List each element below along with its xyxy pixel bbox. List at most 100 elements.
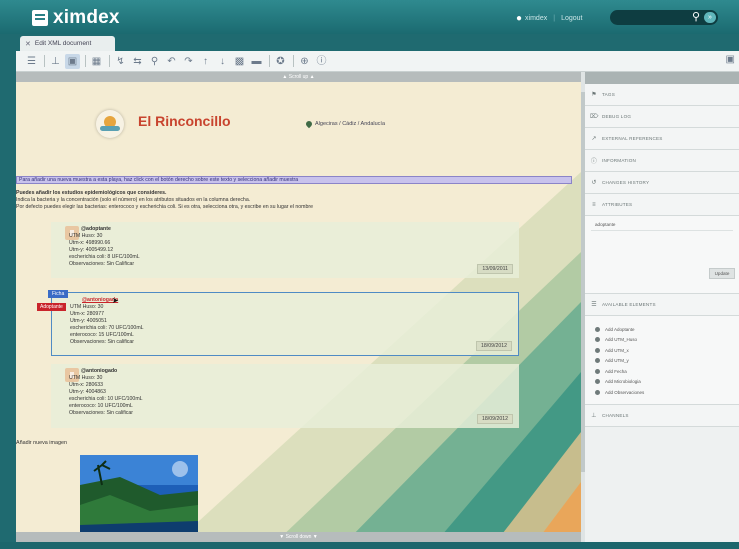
find-replace-icon[interactable]: ⇆ <box>130 54 145 69</box>
add-image-label[interactable]: Añadir nueva imagen <box>16 440 67 446</box>
section-label: EXTERNAL REFERENCES <box>602 136 663 141</box>
bookmark-icon[interactable]: ✪ <box>273 54 288 69</box>
panel-section-changes-history[interactable]: ↺ CHANGES HISTORY <box>585 172 739 194</box>
attributes-area: adoptante Update <box>585 216 739 294</box>
header-separator: | <box>553 15 556 22</box>
add-element-item[interactable]: Add UTM_y <box>595 356 739 367</box>
view-icon[interactable]: ▩ <box>232 54 247 69</box>
toolbar-separator <box>269 55 270 67</box>
panel-section-channels[interactable]: ⊥ CHANNELS <box>585 404 739 427</box>
search-input[interactable]: ⚲ » <box>610 10 718 25</box>
panel-section-debug-log[interactable]: ⌦ DEBUG LOG <box>585 106 739 128</box>
sample-line: escherichia coli: 8 UFC/100mL <box>69 254 140 260</box>
divider <box>591 230 733 231</box>
add-element-item[interactable]: Add Observaciones <box>595 387 739 398</box>
editor-toolbar: ☰ ⊥ ▣ ▦ ↯ ⇆ ⚲ ↶ ↷ ↑ ↓ ▩ ▬ ✪ ⊕ ⓘ ▣ <box>16 51 739 72</box>
toolbar-separator <box>293 55 294 67</box>
sample-date: 18/09/2012 <box>476 341 512 351</box>
panel-section-tags[interactable]: ⚑ TAGS <box>585 84 739 106</box>
section-label: ATTRIBUTES <box>602 202 633 207</box>
undo-icon[interactable]: ↶ <box>164 54 179 69</box>
add-icon <box>595 389 600 395</box>
link-icon[interactable]: ↑ <box>198 54 213 69</box>
anchor-icon[interactable]: ↓ <box>215 54 230 69</box>
item-label: Add UTM_x <box>605 347 629 353</box>
add-element-item[interactable]: Add Microbiologia <box>595 377 739 388</box>
close-icon[interactable]: ✕ <box>25 40 31 48</box>
panel-section-attributes[interactable]: ≡ ATTRIBUTES <box>585 194 739 216</box>
location-label[interactable]: Algeciras / Cádiz / Andalucía <box>304 119 386 129</box>
attribute-value-field[interactable]: adoptante <box>595 222 615 227</box>
username-link[interactable]: ximdex <box>525 15 547 22</box>
add-sample-hint[interactable]: Para añadir una nueva muestra a esta pla… <box>16 176 572 184</box>
beach-header: El Rinconcillo Algeciras / Cádiz / Andal… <box>96 105 496 143</box>
tab-edit-xml[interactable]: ✕ Edit XML document <box>20 36 115 51</box>
sample-line: UTM Huso: 30 <box>69 375 103 381</box>
element-tag-ficha[interactable]: Ficha <box>48 290 69 298</box>
item-label: Add UTM_Huso <box>605 337 638 343</box>
elements-icon: ☰ <box>591 302 597 308</box>
element-tag-adoptante[interactable]: Adoptante <box>37 303 66 311</box>
tab-label: Edit XML document <box>34 40 92 47</box>
scroll-down-bar[interactable]: ▼ Scroll down ▼ <box>16 532 581 542</box>
save-icon[interactable]: ☰ <box>24 54 39 69</box>
xml-editor-canvas[interactable]: ▲ Scroll up ▲ El Rinconcillo Algeciras /… <box>16 72 581 542</box>
sample-line: escherichia coli: 70 UFC/100mL <box>70 325 144 331</box>
intro-line: Indica la bacteria y la concentración (s… <box>16 197 251 203</box>
zoom-icon[interactable]: ⚲ <box>147 54 162 69</box>
right-side-panel: ⚑ TAGS ⌦ DEBUG LOG ↗ EXTERNAL REFERENCES… <box>585 72 739 542</box>
panel-section-available-elements[interactable]: ☰ AVAILABLE ELEMENTS <box>585 294 739 316</box>
scroll-up-bar[interactable]: ▲ Scroll up ▲ <box>16 72 581 82</box>
sample-user: @antoniogado <box>81 368 118 374</box>
preview-icon[interactable]: ▬ <box>249 54 264 69</box>
map-pin-icon <box>304 119 314 129</box>
item-label: Add Adoptante <box>605 326 635 332</box>
table-icon[interactable]: ▦ <box>89 54 104 69</box>
intro-line: Por defecto puedes elegir las bacterias:… <box>16 204 313 210</box>
item-label: Add Observaciones <box>605 389 645 395</box>
help-icon[interactable]: ⊕ <box>297 54 312 69</box>
add-icon <box>595 368 600 374</box>
intro-text[interactable]: Puedes añadir los estudios epidemiológic… <box>16 190 576 211</box>
location-text: Algeciras / Cádiz / Andalucía <box>315 121 386 127</box>
sample-card[interactable]: @antoniogado UTM Huso: 30 Utm-x: 280633 … <box>51 364 519 428</box>
add-element-item[interactable]: Add UTM_x <box>595 345 739 356</box>
validate-icon[interactable]: ⊥ <box>48 54 63 69</box>
logout-link[interactable]: Logout <box>561 15 582 22</box>
add-element-item[interactable]: Add Adoptante <box>595 324 739 335</box>
update-button[interactable]: Update <box>709 268 735 279</box>
sample-line: escherichia coli: 10 UFC/100mL <box>69 396 143 402</box>
panel-section-external-references[interactable]: ↗ EXTERNAL REFERENCES <box>585 128 739 150</box>
tags-icon: ⚑ <box>591 92 597 98</box>
ximdex-logo[interactable]: ximdex <box>32 7 120 29</box>
panel-section-information[interactable]: ⓘ INFORMATION <box>585 150 739 172</box>
sample-line: enterococo: 15 UFC/100mL <box>70 332 134 338</box>
history-icon: ↺ <box>591 180 597 186</box>
section-label: AVAILABLE ELEMENTS <box>602 302 656 307</box>
search-go-button[interactable]: » <box>704 12 716 23</box>
monitor-icon[interactable]: ▣ <box>726 54 735 65</box>
sample-line: Utm-y: 4004863 <box>69 389 106 395</box>
add-element-item[interactable]: Add UTM_Huso <box>595 335 739 346</box>
add-icon <box>595 379 600 385</box>
add-icon <box>595 337 600 343</box>
add-element-item[interactable]: Add Fecha <box>595 366 739 377</box>
channels-icon: ⊥ <box>591 412 597 419</box>
item-label: Add Microbiologia <box>605 379 641 385</box>
toolbar-separator <box>85 55 86 67</box>
available-elements-list: Add Adoptante Add UTM_Huso Add UTM_x Add… <box>585 316 739 405</box>
spell-icon[interactable]: ↯ <box>113 54 128 69</box>
panel-top-bar <box>585 72 739 84</box>
search-icon[interactable]: ⚲ <box>692 10 700 25</box>
sample-card[interactable]: @adoptante UTM Huso: 30 Utm-x: 498990.66… <box>51 222 519 278</box>
redo-icon[interactable]: ↷ <box>181 54 196 69</box>
tab-bar: ✕ Edit XML document <box>0 34 739 51</box>
info-icon[interactable]: ⓘ <box>314 54 329 69</box>
sample-date: 13/09/2011 <box>477 264 513 274</box>
sample-card-selected[interactable]: @antoniogado UTM Huso: 30 Utm-x: 280977 … <box>51 292 519 356</box>
image-icon[interactable]: ▣ <box>65 53 80 69</box>
beach-photo[interactable] <box>80 455 198 537</box>
sample-line: Observaciones: Sin Calificar <box>69 261 135 267</box>
add-icon <box>595 326 600 332</box>
page-title[interactable]: El Rinconcillo <box>138 113 231 129</box>
